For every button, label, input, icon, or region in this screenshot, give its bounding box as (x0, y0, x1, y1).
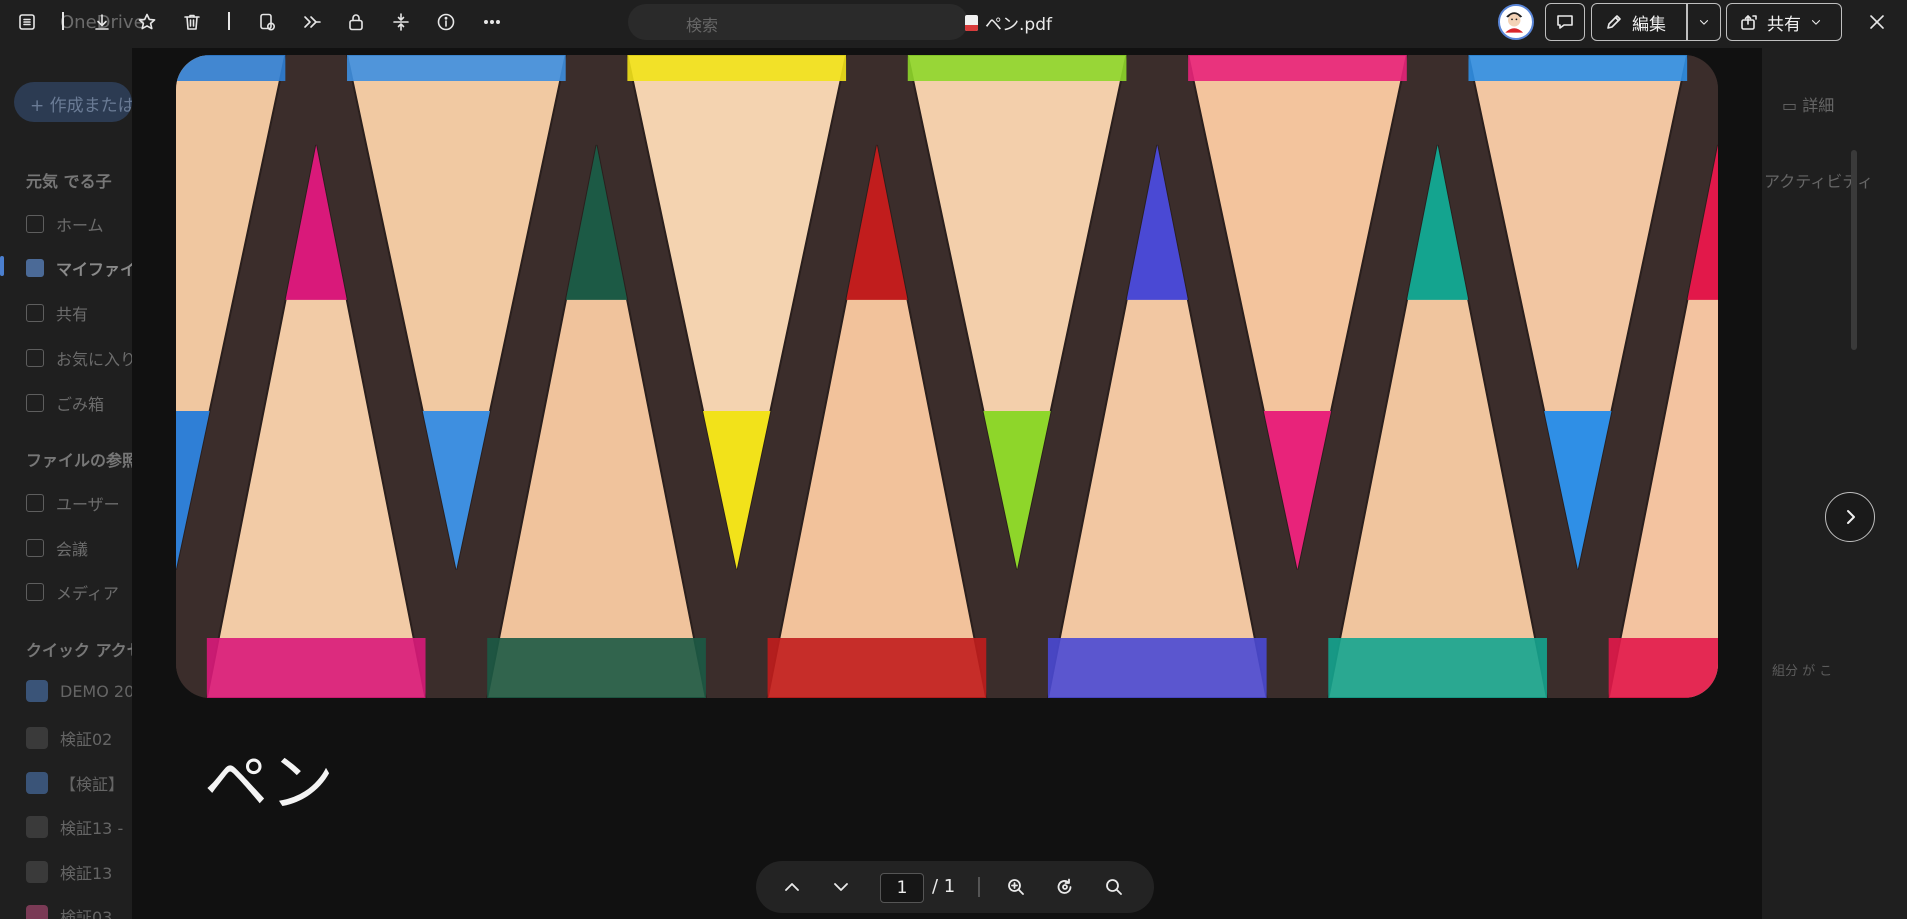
pencil-band (487, 638, 706, 698)
quick-item[interactable]: 検証02 (26, 726, 112, 750)
chevron-down-icon (1699, 20, 1708, 25)
nav-home[interactable]: ホーム (26, 212, 104, 236)
people-icon (26, 304, 44, 322)
more-options-icon[interactable] (477, 7, 507, 37)
edit-dropdown-button[interactable] (1688, 4, 1721, 40)
lock-icon[interactable] (341, 7, 371, 37)
create-upload-button[interactable]: + 作成またはアップロード (14, 82, 132, 122)
chevron-down-icon (834, 883, 848, 891)
quick-item[interactable]: 検証03 (26, 904, 112, 919)
browse-users[interactable]: ユーザー (26, 491, 120, 515)
rotate-icon (1057, 878, 1072, 894)
next-page-button[interactable] (1825, 492, 1875, 542)
pencils-image (176, 55, 1718, 698)
browse-meetings[interactable]: 会議 (26, 536, 88, 560)
previous-page-button[interactable] (777, 872, 807, 902)
rotate-button[interactable] (1050, 872, 1080, 902)
pdf-file-icon (965, 14, 978, 31)
close-icon[interactable] (1862, 7, 1892, 37)
pencil-icon (1607, 15, 1621, 29)
pencil-band (347, 55, 566, 81)
search-icon (1106, 879, 1122, 895)
move-icon[interactable] (297, 7, 327, 37)
toolbar-divider (228, 12, 230, 30)
pencils-photo (176, 55, 1718, 698)
star-icon (26, 349, 44, 367)
star-icon[interactable] (132, 7, 162, 37)
details-button[interactable]: ▭ 詳細 (1782, 92, 1834, 116)
zoom-in-button[interactable] (1001, 872, 1031, 902)
nav-shared[interactable]: 共有 (26, 301, 88, 325)
scrollbar[interactable] (1851, 150, 1857, 350)
pencil-band (1468, 55, 1688, 81)
chevron-down-icon (1811, 20, 1821, 25)
browse-media[interactable]: メディア (26, 580, 119, 604)
pager-divider (978, 877, 980, 897)
pencil-band (1047, 638, 1267, 698)
chevron-right-icon (1847, 510, 1855, 524)
comments-button[interactable] (1545, 3, 1585, 41)
search-document-button[interactable] (1099, 872, 1129, 902)
browse-section: ファイルの参照 (26, 451, 139, 470)
user-icon (26, 494, 44, 512)
edit-label: 編集 (1632, 14, 1666, 35)
left-sidebar: OneDrive + 作成またはアップロード 元気 でる子 ホーム マイファイル… (0, 0, 159, 919)
share-button[interactable]: 共有 (1726, 3, 1842, 41)
home-icon (26, 215, 44, 233)
pencil-band (1608, 638, 1718, 698)
folder-icon (26, 259, 44, 277)
user-name: 元気 でる子 (26, 172, 112, 191)
document-title: ペン.pdf (965, 10, 1052, 35)
download-icon[interactable] (87, 7, 117, 37)
calendar-icon (26, 539, 44, 557)
image-icon (26, 583, 44, 601)
nav-recycle[interactable]: ごみ箱 (26, 391, 104, 415)
trash-icon (26, 394, 44, 412)
info-icon[interactable] (431, 7, 461, 37)
next-page-down-button[interactable] (826, 872, 856, 902)
edit-button-group: 編集 (1591, 3, 1721, 41)
share-label: 共有 (1767, 14, 1801, 35)
copy-document-icon[interactable] (252, 7, 282, 37)
list-icon[interactable] (12, 7, 42, 37)
chevron-up-icon (785, 883, 799, 891)
share-icon (1741, 15, 1757, 30)
pdf-viewer: ペン (132, 48, 1762, 919)
quick-item[interactable]: 検証13 - (26, 815, 123, 839)
quick-item[interactable]: DEMO 20 (26, 680, 134, 702)
viewer-toolbar: ペン.pdf 編集 共有 (0, 0, 1907, 44)
page-number-input[interactable] (880, 873, 924, 903)
pencil-band (206, 638, 426, 698)
pencil-band (907, 55, 1127, 81)
pencil-band (1328, 638, 1547, 698)
toolbar-divider (62, 12, 64, 30)
nav-favorites[interactable]: お気に入り (26, 346, 136, 370)
document-title-text: ペン.pdf (985, 15, 1052, 35)
avatar[interactable] (1498, 4, 1534, 40)
quick-item[interactable]: 【検証】 (26, 771, 124, 795)
edit-button[interactable]: 編集 (1592, 4, 1686, 40)
pencil-band (627, 55, 847, 81)
delete-icon[interactable] (177, 7, 207, 37)
pencil-band (176, 55, 286, 81)
quick-item[interactable]: 検証13 (26, 860, 112, 884)
page-heading: ペン (204, 747, 336, 821)
pencil-band (1188, 55, 1407, 81)
page-total: / 1 (932, 876, 956, 897)
compress-icon[interactable] (386, 7, 416, 37)
zoom-in-icon (1008, 879, 1024, 895)
pencil-band (767, 638, 987, 698)
page-controls: / 1 (756, 861, 1154, 913)
active-nav-indicator (0, 256, 4, 276)
activity-note: 組分 が こ (1772, 664, 1833, 679)
comment-icon (1557, 15, 1573, 29)
